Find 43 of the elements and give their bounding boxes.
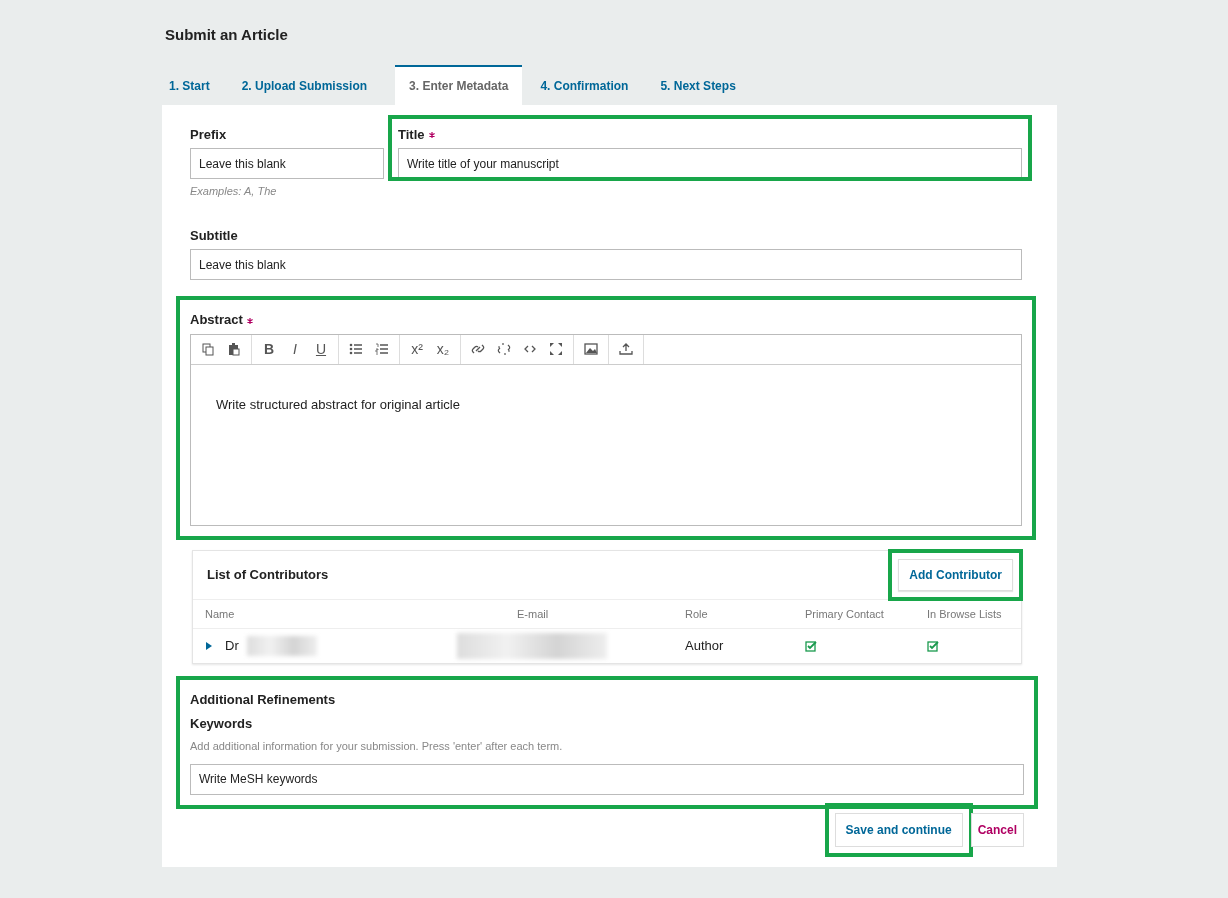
tab[interactable]: 5. Next Steps [656,64,750,105]
column-header: Name [193,599,505,629]
subscript-button[interactable]: x₂ [430,335,456,363]
tab[interactable]: 3. Enter Metadata [395,64,523,105]
page-title: Submit an Article [165,25,289,45]
fullscreen-icon[interactable] [549,342,563,356]
title-label: Title [398,126,425,142]
abstract-editor[interactable]: Write structured abstract for original article [191,364,1021,525]
subtitle-field[interactable]: Leave this blank [190,249,1022,280]
keywords-help: Add additional information for your submission. Press 'enter' after each term. [190,739,564,754]
prefix-label: Prefix [190,125,228,144]
keywords-label: Keywords [190,714,254,733]
abstract-text: Write structured abstract for original article [216,396,460,412]
tab[interactable]: 2. Upload Submission [237,64,382,105]
italic-button[interactable]: I [282,335,308,363]
column-header: E-mail [505,599,673,629]
underline-button[interactable]: U [308,335,334,363]
column-header: Role [673,599,793,629]
contributor-role: Author [685,637,724,656]
column-header: In Browse Lists [915,599,1021,629]
contributor-name: Dr [225,637,239,656]
title-field[interactable]: Write title of your manuscript [398,148,1022,179]
refinements-heading: Additional Refinements [190,691,337,709]
tab[interactable]: 4. Confirmation [536,64,643,105]
bold-button[interactable]: B [256,335,282,363]
upload-icon[interactable] [619,342,633,356]
prefix-field[interactable]: Leave this blank [190,148,384,179]
prefix-hint: Examples: A, The [190,184,278,199]
tab[interactable]: 1. Start [165,64,224,105]
superscript-button[interactable]: x² [404,335,430,363]
link-icon[interactable] [471,342,485,356]
image-icon[interactable] [584,342,598,356]
keywords-field[interactable]: Write MeSH keywords [190,763,1024,795]
paste-icon[interactable] [227,342,241,356]
column-header: Primary Contact [793,599,915,629]
subtitle-label: Subtitle [190,226,239,245]
cancel-button[interactable]: Cancel [970,812,1024,847]
expand-toggle-icon[interactable] [205,642,213,650]
bullet-list-icon[interactable] [349,342,363,356]
numbered-list-icon[interactable] [375,342,389,356]
abstract-label: Abstract [190,312,243,327]
copy-icon[interactable] [201,342,215,356]
contributors-title: List of Contributors [207,565,329,584]
